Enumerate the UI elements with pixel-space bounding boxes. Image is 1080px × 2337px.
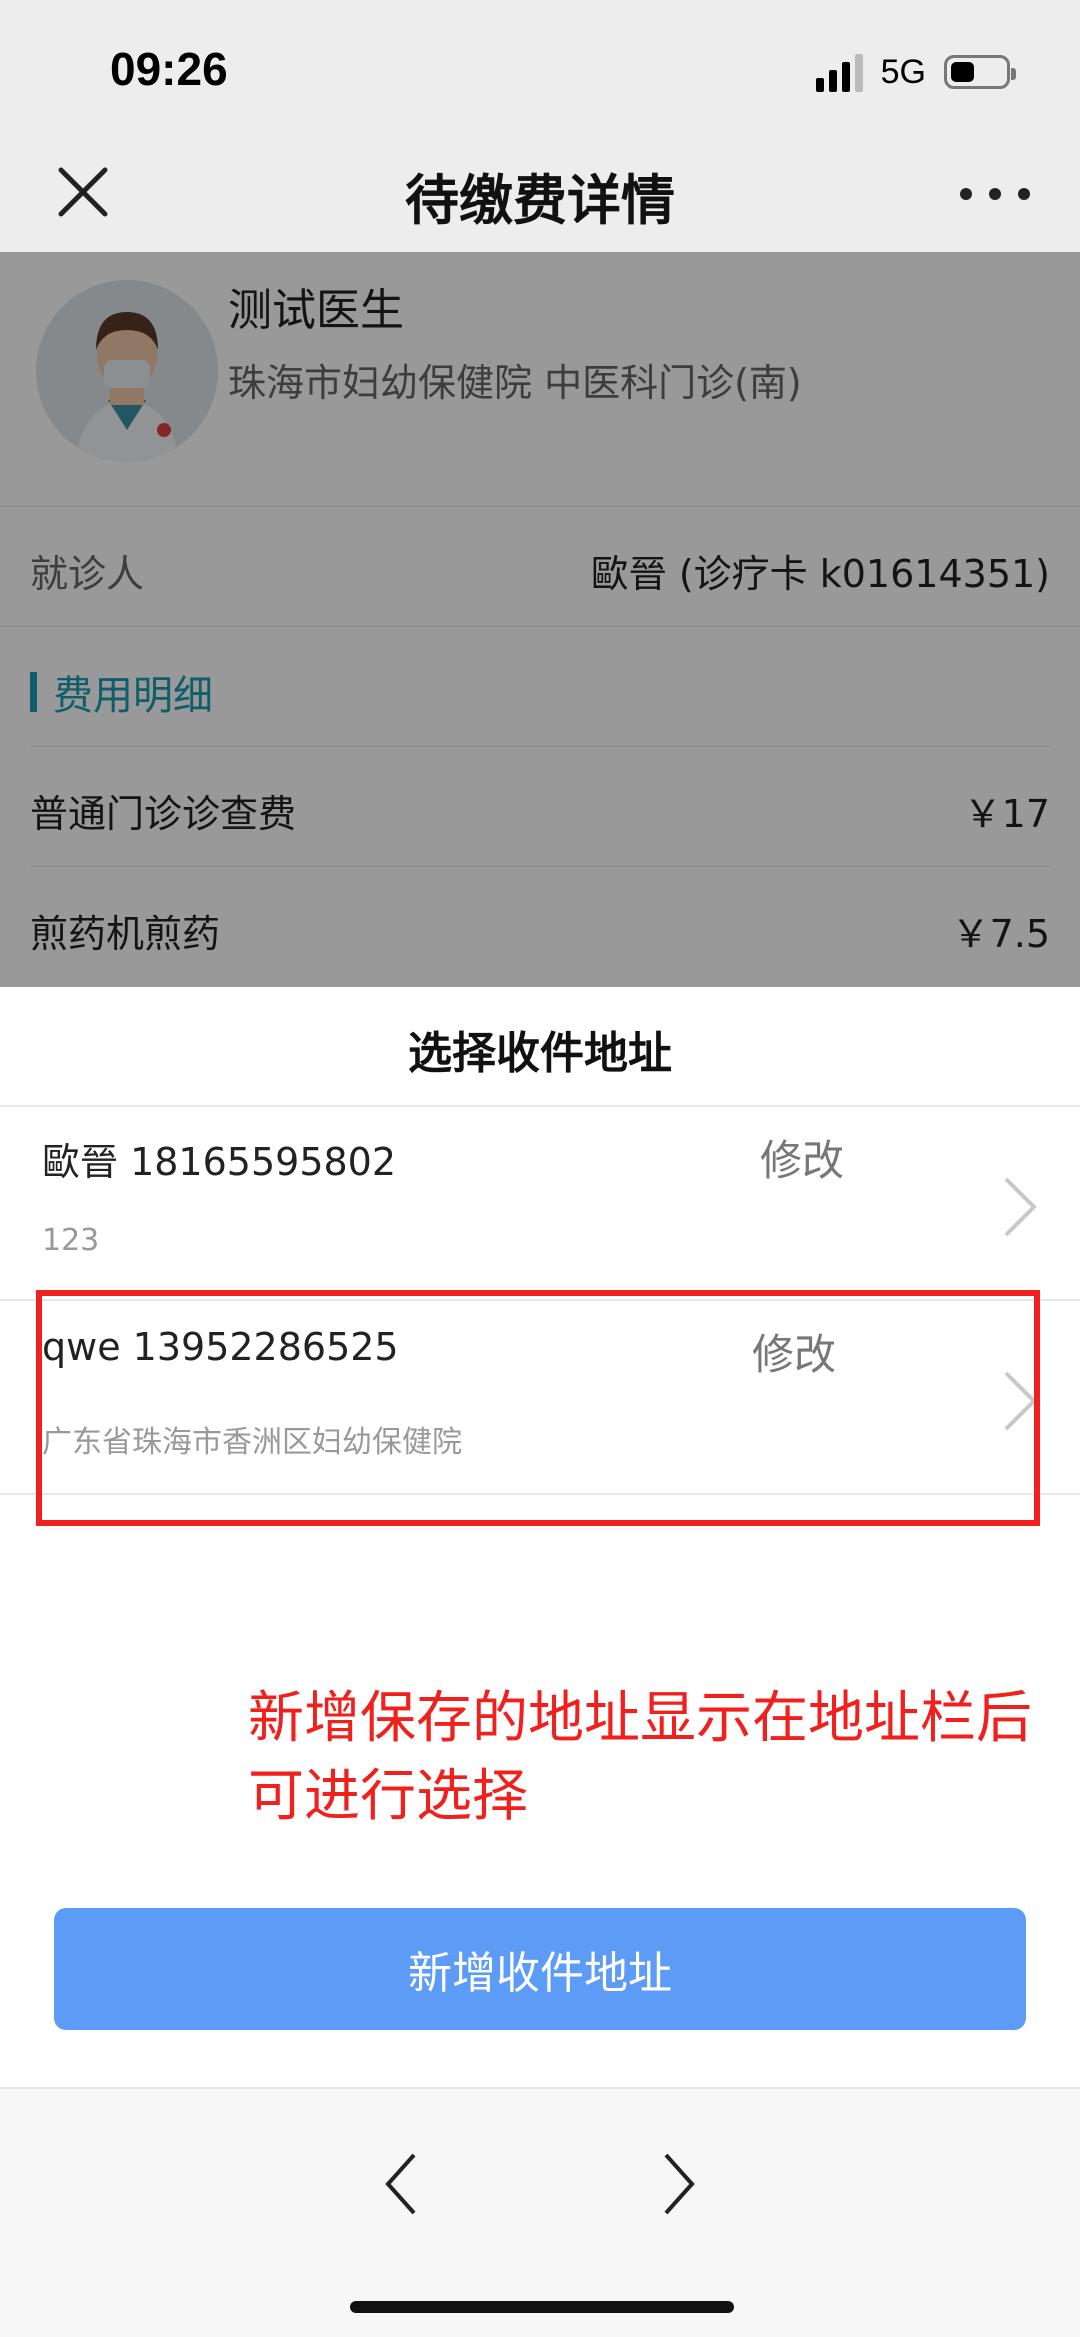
modal-backdrop[interactable] — [0, 252, 1080, 987]
address-name-phone: 歐晉 18165595802 — [42, 1140, 397, 1184]
battery-icon — [944, 55, 1016, 89]
chevron-right-icon[interactable] — [660, 2149, 700, 2219]
sheet-title: 选择收件地址 — [408, 1028, 672, 1079]
home-indicator — [350, 2301, 734, 2313]
network-type: 5G — [880, 52, 926, 91]
more-icon[interactable] — [960, 174, 1030, 214]
annotation-text: 新增保存的地址显示在地址栏后可进行选择 — [248, 1686, 1032, 1829]
status-bar: 09:26 5G — [0, 0, 1080, 134]
chevron-right-icon — [1000, 1175, 1040, 1239]
address-detail: 123 — [42, 1223, 100, 1258]
status-time: 09:26 — [110, 43, 228, 95]
chevron-left-icon[interactable] — [380, 2149, 420, 2219]
browser-toolbar — [0, 2087, 1080, 2337]
edit-address-button[interactable]: 修改 — [760, 1127, 844, 1188]
signal-icon — [815, 52, 863, 92]
highlight-box — [36, 1290, 1040, 1526]
add-address-button[interactable]: 新增收件地址 — [54, 1908, 1026, 2030]
page-title: 待缴费详情 — [405, 169, 675, 232]
nav-bar: 待缴费详情 — [0, 134, 1080, 252]
address-item[interactable]: 歐晉 18165595802 修改 123 — [0, 1107, 1080, 1301]
status-indicators: 5G — [815, 48, 1016, 96]
